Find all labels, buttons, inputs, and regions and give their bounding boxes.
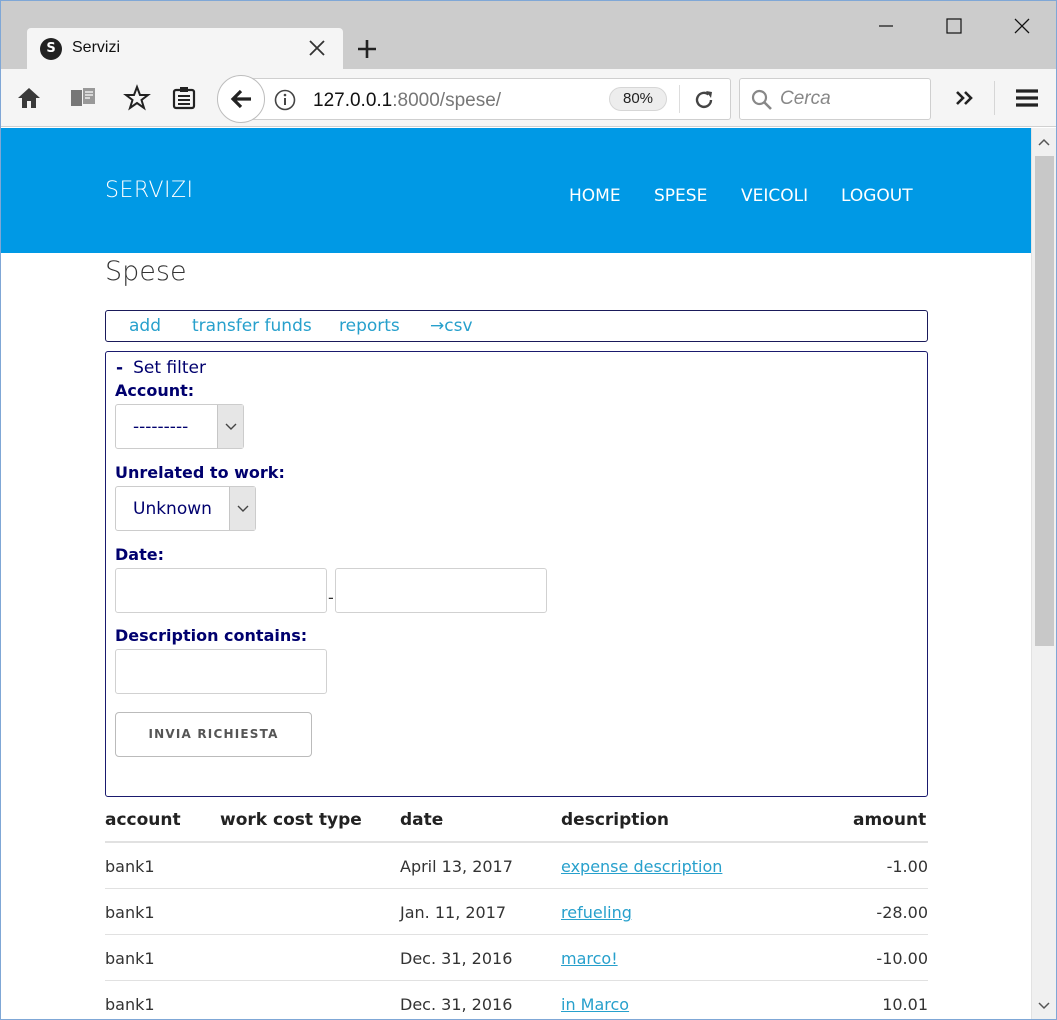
- url-host: 127.0.0.1: [313, 90, 393, 111]
- filter-toggle[interactable]: - Set filter: [116, 358, 206, 378]
- pocket-reader-icon[interactable]: [68, 83, 98, 113]
- maximize-icon[interactable]: [939, 11, 969, 41]
- cell-amount: -10.00: [876, 949, 928, 968]
- column-header-description[interactable]: description: [561, 810, 669, 830]
- tab-servizi[interactable]: S Servizi: [27, 28, 343, 70]
- filter-toggle-label: Set filter: [133, 358, 206, 378]
- bookmark-star-icon[interactable]: [122, 83, 152, 113]
- reload-icon[interactable]: [691, 87, 717, 113]
- chevron-down-icon: [217, 405, 243, 448]
- url-path: :8000/spese/: [392, 90, 502, 111]
- unrelated-to-work-select[interactable]: Unknown: [115, 486, 256, 531]
- date-from-input[interactable]: [115, 568, 327, 613]
- cell-account: bank1: [105, 903, 155, 922]
- actions-bar: add transfer funds reports →csv: [105, 310, 928, 342]
- search-box[interactable]: [739, 78, 931, 120]
- nav-home[interactable]: HOME: [569, 186, 621, 206]
- table-row: bank1 Jan. 11, 2017 refueling -28.00: [105, 889, 928, 935]
- cell-amount: -28.00: [876, 903, 928, 922]
- page-scrollbar[interactable]: [1031, 128, 1056, 1019]
- site-info-icon[interactable]: [273, 88, 297, 112]
- cell-date: Jan. 11, 2017: [400, 903, 507, 922]
- table-row: bank1 Dec. 31, 2016 marco! -10.00: [105, 935, 928, 981]
- navigation-toolbar: 127.0.0.1:8000/spese/ 80%: [1, 69, 1056, 127]
- column-header-work-cost-type[interactable]: work cost type: [220, 810, 362, 830]
- search-icon: [751, 89, 772, 110]
- cell-account: bank1: [105, 995, 155, 1014]
- transfer-funds-link[interactable]: transfer funds: [192, 316, 312, 336]
- site-favicon-icon: S: [40, 38, 62, 60]
- site-brand[interactable]: SERVIZI: [105, 178, 194, 203]
- cell-date: Dec. 31, 2016: [400, 995, 513, 1014]
- overflow-chevron-icon[interactable]: [949, 83, 979, 113]
- page-viewport: SERVIZI HOME SPESE VEICOLI LOGOUT Spese …: [1, 128, 1031, 1019]
- column-header-date[interactable]: date: [400, 810, 443, 830]
- close-window-icon[interactable]: [1007, 11, 1037, 41]
- site-header: SERVIZI HOME SPESE VEICOLI LOGOUT: [1, 128, 1031, 253]
- nav-veicoli[interactable]: VEICOLI: [741, 186, 808, 206]
- chevron-down-icon: [229, 487, 255, 530]
- table-row: bank1 Dec. 31, 2016 in Marco 10.01: [105, 981, 928, 1019]
- account-select-value: ---------: [133, 417, 189, 437]
- filter-panel: - Set filter Account: --------- Unrelated…: [105, 351, 928, 797]
- home-icon[interactable]: [14, 83, 44, 113]
- back-arrow-icon: [230, 89, 251, 109]
- address-bar[interactable]: 127.0.0.1:8000/spese/ 80%: [241, 78, 731, 120]
- close-tab-icon[interactable]: [305, 36, 329, 60]
- nav-logout[interactable]: LOGOUT: [841, 186, 913, 206]
- reports-link[interactable]: reports: [339, 316, 400, 336]
- nav-spese[interactable]: SPESE: [654, 186, 707, 206]
- tab-title: Servizi: [72, 39, 121, 56]
- column-header-account[interactable]: account: [105, 810, 181, 830]
- unrelated-select-value: Unknown: [133, 499, 212, 519]
- column-header-amount[interactable]: amount: [853, 810, 926, 830]
- cell-description-link[interactable]: refueling: [561, 903, 632, 922]
- submit-filter-button[interactable]: INVIA RICHIESTA: [115, 712, 312, 757]
- cell-date: Dec. 31, 2016: [400, 949, 513, 968]
- cell-account: bank1: [105, 949, 155, 968]
- export-csv-link[interactable]: →csv: [430, 316, 473, 336]
- url-text[interactable]: 127.0.0.1:8000/spese/: [313, 90, 501, 112]
- zoom-level-badge[interactable]: 80%: [609, 87, 667, 111]
- hamburger-menu-icon[interactable]: [1012, 83, 1042, 113]
- tab-bar: S Servizi: [1, 1, 1056, 70]
- date-to-input[interactable]: [335, 568, 547, 613]
- urlbar-divider: [679, 85, 680, 113]
- cell-amount: 10.01: [882, 995, 928, 1014]
- cell-description-link[interactable]: expense description: [561, 857, 722, 876]
- minimize-icon[interactable]: [871, 11, 901, 41]
- account-select[interactable]: ---------: [115, 404, 244, 449]
- toolbar-divider: [994, 81, 995, 115]
- browser-window: S Servizi 127.0.0.1:8000/spese/ 80% Cerc…: [0, 0, 1057, 1020]
- new-tab-icon[interactable]: [353, 35, 381, 63]
- add-link[interactable]: add: [129, 316, 161, 336]
- cell-date: April 13, 2017: [400, 857, 513, 876]
- description-contains-label: Description contains:: [115, 626, 308, 645]
- description-contains-input[interactable]: [115, 649, 327, 694]
- page-title: Spese: [105, 256, 187, 287]
- collapse-icon: -: [116, 358, 124, 378]
- table-row: bank1 April 13, 2017 expense description…: [105, 843, 928, 889]
- cell-amount: -1.00: [886, 857, 928, 876]
- scroll-down-icon[interactable]: [1037, 1000, 1051, 1012]
- date-range-separator: -: [328, 588, 334, 607]
- scroll-up-icon[interactable]: [1037, 136, 1051, 148]
- account-label: Account:: [115, 381, 195, 400]
- reader-list-icon[interactable]: [169, 83, 199, 113]
- cell-description-link[interactable]: in Marco: [561, 995, 629, 1014]
- unrelated-to-work-label: Unrelated to work:: [115, 463, 285, 482]
- cell-description-link[interactable]: marco!: [561, 949, 618, 968]
- scrollbar-thumb[interactable]: [1035, 156, 1054, 646]
- search-input[interactable]: [780, 87, 925, 111]
- back-button[interactable]: [217, 75, 265, 123]
- date-label: Date:: [115, 545, 164, 564]
- cell-account: bank1: [105, 857, 155, 876]
